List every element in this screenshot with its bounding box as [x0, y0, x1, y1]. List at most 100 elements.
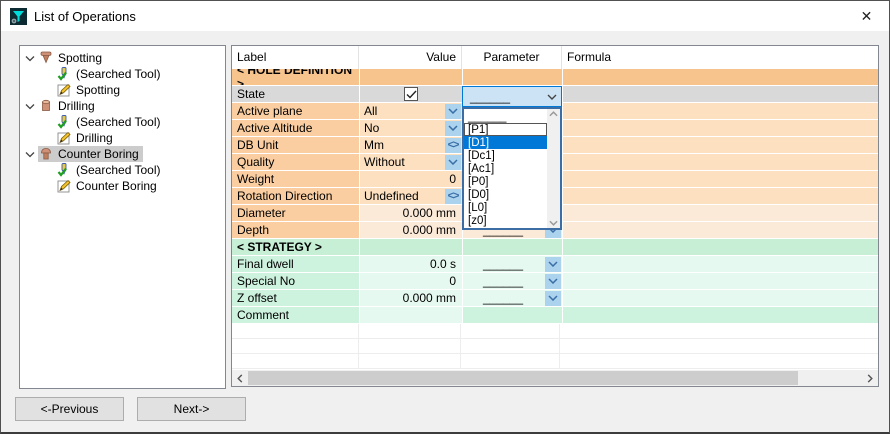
parameter-dropdown-button[interactable] [545, 257, 561, 272]
value-cell[interactable]: Undefined<> [360, 188, 462, 204]
dropdown-scrollbar[interactable] [547, 109, 560, 228]
parameter-dropdown-button[interactable] [545, 274, 561, 289]
tree-group-item[interactable]: Drilling [20, 98, 225, 114]
value-dropdown-button[interactable] [445, 121, 461, 136]
counterbore-icon [38, 146, 54, 162]
formula-cell[interactable] [563, 120, 878, 136]
value-cell[interactable]: 0 [360, 273, 462, 289]
scroll-right-icon[interactable] [862, 370, 878, 386]
row-label: Final dwell [232, 256, 359, 272]
parameter-cell[interactable]: ______ [463, 273, 562, 289]
row-label: DB Unit [232, 137, 359, 153]
value-cell[interactable]: Mm<> [360, 137, 462, 153]
dropdown-item[interactable]: [P1] [464, 123, 547, 136]
formula-cell[interactable] [563, 137, 878, 153]
formula-cell[interactable] [563, 103, 878, 119]
dropdown-item[interactable]: [Dc1] [464, 149, 547, 162]
parameter-placeholder: ______ [463, 257, 545, 271]
dropdown-item[interactable]: [z0] [464, 214, 547, 227]
next-button[interactable]: Next-> [137, 397, 246, 421]
column-header[interactable]: Formula [562, 46, 878, 69]
formula-cell[interactable] [563, 154, 878, 170]
parameter-cell[interactable] [463, 239, 562, 255]
formula-cell[interactable] [563, 307, 878, 323]
row-label: Active Altitude [232, 120, 359, 136]
chevron-down-icon[interactable] [22, 98, 38, 114]
dropdown-item[interactable]: ______ [464, 110, 547, 123]
empty-cell [461, 339, 560, 354]
formula-cell[interactable] [563, 273, 878, 289]
value-cell[interactable]: All [360, 103, 462, 119]
value-cell[interactable]: 0.0 s [360, 256, 462, 272]
column-header[interactable]: Label [232, 46, 359, 69]
tree-item-label: Spotting [58, 51, 102, 65]
formula-cell[interactable] [563, 290, 878, 306]
scroll-left-icon[interactable] [232, 370, 248, 386]
parameter-cell[interactable] [463, 69, 562, 85]
formula-cell[interactable] [563, 222, 878, 238]
formula-cell[interactable] [563, 69, 878, 85]
value-cell[interactable]: No [360, 120, 462, 136]
tree-child-item[interactable]: Drilling [20, 130, 225, 146]
title-bar: List of Operations ✕ [1, 1, 889, 31]
tree-group-item[interactable]: Counter Boring [20, 146, 225, 162]
value-cell[interactable]: 0 [360, 171, 462, 187]
formula-cell[interactable] [563, 86, 878, 102]
formula-cell[interactable] [563, 171, 878, 187]
dropdown-item[interactable]: [D0] [464, 188, 547, 201]
tree-group-item[interactable]: Spotting [20, 50, 225, 66]
formula-cell[interactable] [563, 205, 878, 221]
value-dropdown-button[interactable] [445, 155, 461, 170]
chevron-down-icon[interactable] [22, 50, 38, 66]
formula-cell[interactable] [563, 188, 878, 204]
operations-tree: Spotting(Searched Tool)SpottingDrilling(… [19, 45, 226, 389]
close-icon[interactable]: ✕ [844, 1, 889, 31]
chevron-down-icon[interactable] [22, 146, 38, 162]
tree-child-item[interactable]: (Searched Tool) [20, 114, 225, 130]
value-cell[interactable]: 0.000 mm [360, 205, 462, 221]
scroll-down-icon[interactable] [549, 220, 558, 226]
column-header[interactable]: Parameter [462, 46, 562, 69]
grid-header-row: LabelValueParameterFormula [232, 46, 878, 69]
value-cell[interactable] [360, 239, 462, 255]
value-cell[interactable] [360, 86, 462, 102]
parameter-dropdown-button[interactable] [545, 291, 561, 306]
empty-cell [359, 339, 461, 354]
parameter-combobox[interactable]: ______ [462, 86, 562, 107]
column-header[interactable]: Value [359, 46, 462, 69]
parameter-cell[interactable]: ______ [463, 256, 562, 272]
parameter-placeholder: ______ [463, 291, 545, 305]
empty-row [232, 339, 878, 354]
value-cell[interactable]: 0.000 mm [360, 290, 462, 306]
value-text: 0 [360, 274, 462, 288]
empty-cell [359, 324, 461, 339]
tree-child-item[interactable]: (Searched Tool) [20, 162, 225, 178]
formula-cell[interactable] [563, 239, 878, 255]
value-exchange-button[interactable]: <> [445, 189, 461, 204]
tree-child-item[interactable]: Counter Boring [20, 178, 225, 194]
horizontal-scrollbar[interactable] [232, 370, 878, 386]
table-row: Z offset0.000 mm______ [232, 290, 878, 307]
dropdown-item[interactable]: [P0] [464, 175, 547, 188]
empty-cell [461, 354, 560, 369]
dropdown-item[interactable]: [Ac1] [464, 162, 547, 175]
tree-child-item[interactable]: (Searched Tool) [20, 66, 225, 82]
value-cell[interactable] [360, 69, 462, 85]
value-dropdown-button[interactable] [445, 104, 461, 119]
parameter-cell[interactable]: ______ [463, 290, 562, 306]
dropdown-item[interactable]: [D1] [464, 136, 547, 149]
state-checkbox[interactable] [404, 87, 418, 101]
dropdown-item[interactable]: [L0] [464, 201, 547, 214]
drill-icon [38, 98, 54, 114]
formula-cell[interactable] [563, 256, 878, 272]
parameter-cell[interactable] [463, 307, 562, 323]
scrollbar-thumb[interactable] [248, 371, 798, 385]
tree-item-label: Counter Boring [58, 147, 139, 161]
value-cell[interactable] [360, 307, 462, 323]
tree-child-item[interactable]: Spotting [20, 82, 225, 98]
value-cell[interactable]: 0.000 mm [360, 222, 462, 238]
scroll-up-icon[interactable] [549, 111, 558, 117]
value-exchange-button[interactable]: <> [445, 138, 461, 153]
value-cell[interactable]: Without [360, 154, 462, 170]
previous-button[interactable]: <-Previous [15, 397, 124, 421]
